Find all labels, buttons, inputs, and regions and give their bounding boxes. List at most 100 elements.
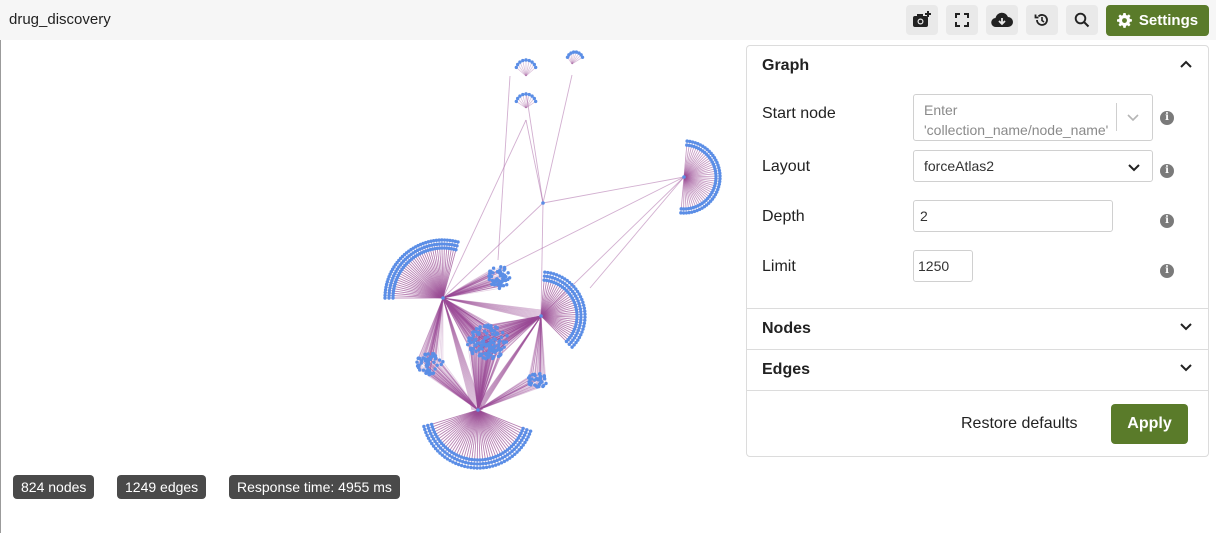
graph-node [475, 327, 478, 330]
graph-node [503, 345, 506, 348]
apply-button[interactable]: Apply [1111, 404, 1188, 444]
graph-node [546, 271, 549, 274]
graph-canvas[interactable] [0, 40, 740, 533]
graph-node [454, 248, 457, 251]
screenshot-button[interactable] [906, 5, 938, 35]
graph-node [440, 363, 443, 366]
graph-node [494, 463, 497, 466]
start-node-label: Start node [762, 105, 836, 123]
settings-button[interactable]: Settings [1106, 5, 1209, 36]
graph-node [482, 466, 485, 469]
history-button[interactable] [1026, 5, 1058, 35]
graph-node [479, 466, 482, 469]
select-separator [1116, 103, 1117, 131]
edge-count-badge: 1249 edges [117, 475, 206, 499]
settings-panel: Graph Start node Enter 'collection_name/… [746, 45, 1209, 457]
edges-layer [385, 52, 720, 468]
graph-node [460, 464, 463, 467]
graph-node [502, 340, 505, 343]
graph-node [499, 265, 502, 268]
graph-node [583, 316, 586, 319]
start-node-select[interactable]: Enter 'collection_name/node_name' [913, 94, 1153, 141]
camera-plus-icon [912, 11, 932, 29]
graph-node [528, 93, 531, 96]
graph-node [529, 429, 532, 432]
layout-info-icon[interactable]: i [1160, 164, 1174, 178]
chevron-down-icon [1180, 323, 1192, 331]
graph-node [426, 424, 429, 427]
graph-node [435, 364, 438, 367]
graph-node [422, 369, 425, 372]
graph-node [538, 383, 541, 386]
limit-info-icon[interactable]: i [1160, 264, 1174, 278]
graph-node [498, 284, 501, 287]
graph-node [493, 329, 496, 332]
fullscreen-button[interactable] [946, 5, 978, 35]
graph-node [500, 336, 503, 339]
graph-node [493, 283, 496, 286]
depth-input[interactable]: 2 [913, 200, 1113, 232]
graph-node [457, 463, 460, 466]
graph-node [505, 283, 508, 286]
graph-edge [590, 177, 684, 288]
graph-node [498, 339, 501, 342]
graph-node [521, 93, 524, 96]
depth-info-icon[interactable]: i [1160, 214, 1174, 228]
graph-node [463, 465, 466, 468]
graph-node [473, 462, 476, 465]
graph-edge [498, 76, 510, 260]
top-bar: drug_discovery Settings [0, 0, 1216, 40]
graph-node [540, 380, 543, 383]
graph-node [505, 334, 508, 337]
graph-section-title: Graph [762, 57, 809, 75]
graph-node [471, 347, 474, 350]
restore-defaults-button[interactable]: Restore defaults [961, 415, 1078, 433]
chevron-down-icon [1127, 114, 1139, 122]
graph-node [433, 367, 436, 370]
graph-node [490, 327, 493, 330]
graph-node [481, 462, 484, 465]
graph-node [438, 358, 441, 361]
graph-node [534, 66, 537, 69]
graph-node [423, 428, 426, 431]
graph-edge [541, 177, 684, 316]
graph-node [518, 94, 521, 97]
graph-node [679, 211, 682, 214]
graph-node [533, 374, 536, 377]
edges-section-title: Edges [762, 361, 810, 379]
start-node-info-icon[interactable]: i [1160, 111, 1174, 125]
layout-select[interactable]: forceAtlas2 [913, 150, 1153, 182]
graph-node [469, 466, 472, 469]
graph-node [490, 460, 493, 463]
graph-node [539, 375, 542, 378]
graph-node [487, 350, 490, 353]
graph-node [473, 339, 476, 342]
graph-node [582, 304, 585, 307]
graph-node [565, 340, 568, 343]
graph-node [506, 271, 509, 274]
graph-node [472, 330, 475, 333]
search-button[interactable] [1066, 5, 1098, 35]
graph-node [466, 465, 469, 468]
graph-node [441, 296, 445, 300]
start-node-placeholder: Enter 'collection_name/node_name' [924, 100, 1116, 138]
edges-section-header[interactable]: Edges [747, 350, 1208, 390]
graph-section-header[interactable]: Graph [747, 46, 1208, 86]
graph-node [485, 466, 488, 469]
limit-input[interactable]: 1250 [913, 250, 973, 282]
graph-node [432, 361, 435, 364]
graph-node [428, 373, 431, 376]
download-button[interactable] [986, 5, 1018, 35]
graph-node [544, 382, 547, 385]
graph-node [501, 277, 504, 280]
graph-node [533, 63, 536, 66]
nodes-section-header[interactable]: Nodes [747, 309, 1208, 349]
graph-node [424, 431, 427, 434]
graph-node [487, 461, 490, 464]
graph-node [500, 461, 503, 464]
graph-node [583, 307, 586, 310]
graph-edge [526, 92, 543, 203]
graph-node [568, 343, 571, 346]
graph-node [456, 240, 459, 243]
graph-node [427, 352, 430, 355]
